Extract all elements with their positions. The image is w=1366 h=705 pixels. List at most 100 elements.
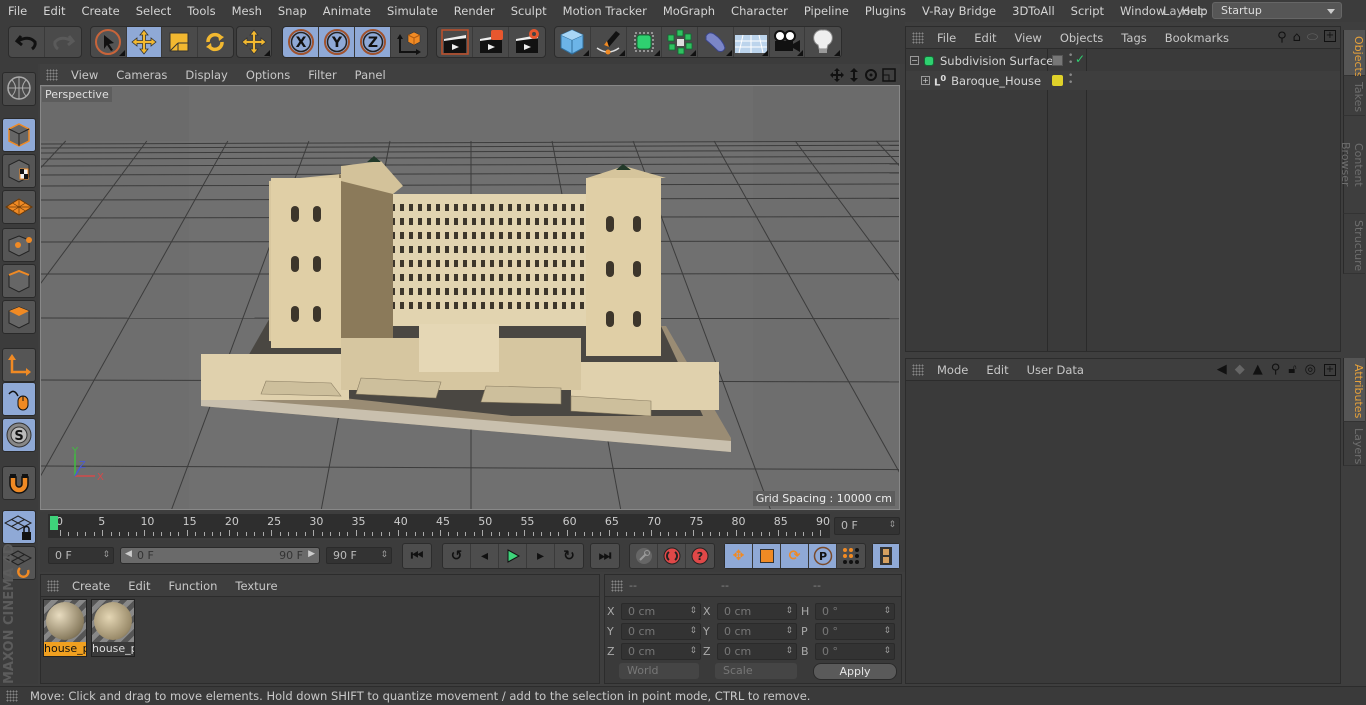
menu-select[interactable]: Select [128,4,179,18]
viewport-rotate-icon[interactable] [864,68,878,82]
menu-mograph[interactable]: MoGraph [655,4,723,18]
deformer-button[interactable] [698,27,734,57]
objects-menu-view[interactable]: View [1006,31,1051,45]
coord-value-field[interactable]: 0 ° [815,603,895,620]
objects-menu-edit[interactable]: Edit [965,31,1005,45]
goto-start-button[interactable]: ⏮ [403,544,431,568]
next-frame-button[interactable]: ▸ [527,544,555,568]
viewport-maximize-icon[interactable] [882,67,896,82]
menu-create[interactable]: Create [74,4,128,18]
tweak-mode-button[interactable] [2,382,36,416]
lock-x-button[interactable]: X [283,27,319,57]
material-swatch[interactable]: house_p [43,599,87,657]
forward-arrow-icon[interactable]: ◆ [1235,362,1245,377]
coord-value-field[interactable]: 0 ° [815,623,895,640]
range-left-arrow-icon[interactable]: ◀ [125,549,132,559]
viewport-zoom-icon[interactable] [848,67,860,82]
panel-grip[interactable] [46,68,58,81]
axis-mode-button[interactable] [2,348,36,382]
home-icon[interactable]: ⌂ [1293,30,1301,45]
camera-label[interactable]: Perspective [42,87,112,102]
menu-sculpt[interactable]: Sculpt [503,4,555,18]
lock-workplane-button[interactable] [2,510,36,544]
enabled-checkmark-icon[interactable]: ✓ [1075,52,1085,66]
menu-plugins[interactable]: Plugins [857,4,914,18]
rotate-tool-button[interactable] [198,27,233,57]
key-scale-button[interactable] [753,544,781,568]
object-row[interactable]: − Subdivision Surface • • ✓ [906,51,1340,70]
up-arrow-icon[interactable]: ▲ [1253,362,1263,377]
key-pla-button[interactable] [837,544,865,568]
object-name[interactable]: Subdivision Surface [940,54,1053,68]
key-parameter-button[interactable]: P [809,544,837,568]
magnet-button[interactable] [2,466,36,500]
playhead[interactable] [50,516,58,530]
object-name[interactable]: Baroque_House [951,74,1041,88]
start-frame-field[interactable]: 0 F [48,547,114,564]
panel-grip[interactable] [912,31,924,44]
expand-toggle[interactable]: + [921,76,930,85]
panel-grip[interactable] [912,363,924,376]
coord-value-field[interactable]: 0 ° [815,643,895,660]
frame-range-slider[interactable]: ◀ 0 F 90 F ▶ [120,547,320,564]
edges-mode-button[interactable] [2,264,36,298]
tab-layers[interactable]: Layers [1343,422,1365,466]
prev-frame-button[interactable]: ◂ [471,544,499,568]
key-rotation-button[interactable]: ⟳ [781,544,809,568]
objects-menu-objects[interactable]: Objects [1051,31,1112,45]
timeline-ruler[interactable]: 0 5 10 15 20 25 30 35 40 45 50 55 60 65 70 75 80 85 90 [48,514,830,538]
menu-motion-tracker[interactable]: Motion Tracker [555,4,655,18]
menu-mesh[interactable]: Mesh [224,4,270,18]
goto-end-button[interactable]: ⏭ [591,544,619,568]
viewport-menu-cameras[interactable]: Cameras [107,68,176,82]
polygons-mode-button[interactable] [2,300,36,334]
end-frame-field[interactable]: 90 F [326,547,392,564]
menu-simulate[interactable]: Simulate [379,4,446,18]
coord-value-field[interactable]: 0 cm [621,623,701,640]
3d-viewport[interactable]: Perspective Grid Spacing : 10000 cm Y X … [40,85,900,510]
render-settings-button[interactable] [509,27,545,57]
keyframe-selection-button[interactable]: ? [686,544,714,568]
subdivision-surface-button[interactable] [627,27,663,57]
menu-tools[interactable]: Tools [179,4,223,18]
current-frame-field[interactable]: 0 F [834,517,900,535]
range-right-arrow-icon[interactable]: ▶ [308,549,315,559]
viewport-menu-display[interactable]: Display [176,68,236,82]
menu-snap[interactable]: Snap [270,4,315,18]
attributes-menu-edit[interactable]: Edit [977,363,1017,377]
target-icon[interactable]: ◎ [1305,362,1316,377]
coordinate-system-button[interactable] [391,27,427,57]
object-row[interactable]: + L0 Baroque_House • • [906,71,1340,90]
coord-value-field[interactable]: 0 cm [621,603,701,620]
camera-button[interactable] [770,27,806,57]
material-name[interactable]: house_p [44,642,86,656]
viewport-menu-panel[interactable]: Panel [346,68,395,82]
floor-button[interactable] [734,27,770,57]
material-swatch[interactable]: house_p [91,599,135,657]
texture-mode-button[interactable] [2,154,36,188]
viewport-pan-icon[interactable] [830,67,844,82]
viewport-menu-filter[interactable]: Filter [299,68,345,82]
menu-character[interactable]: Character [723,4,796,18]
coord-value-field[interactable]: 0 cm [717,643,797,660]
pen-spline-button[interactable] [591,27,627,57]
move-tool-button[interactable] [126,27,162,57]
timeline-window-button[interactable] [873,544,899,568]
tab-objects[interactable]: Objects [1343,30,1365,78]
scale-tool-button[interactable] [162,27,198,57]
lock-icon[interactable]: 🔓︎ [1288,362,1296,377]
panel-grip[interactable] [6,690,18,702]
model-mode-button[interactable] [2,118,36,152]
tab-attributes[interactable]: Attributes [1343,358,1365,422]
menu-3dtoall[interactable]: 3DToAll [1004,4,1063,18]
new-panel-icon[interactable]: + [1324,30,1336,42]
render-view-button[interactable] [437,27,473,57]
ellipse-icon[interactable]: ⬭ [1307,30,1318,45]
panel-grip[interactable] [611,579,623,592]
material-menu-function[interactable]: Function [160,579,227,593]
snap-button[interactable]: S [2,418,36,452]
material-menu-create[interactable]: Create [63,579,119,593]
back-arrow-icon[interactable]: ◀ [1217,362,1227,377]
apply-button[interactable]: Apply [813,663,897,680]
objects-menu-bookmarks[interactable]: Bookmarks [1156,31,1238,45]
